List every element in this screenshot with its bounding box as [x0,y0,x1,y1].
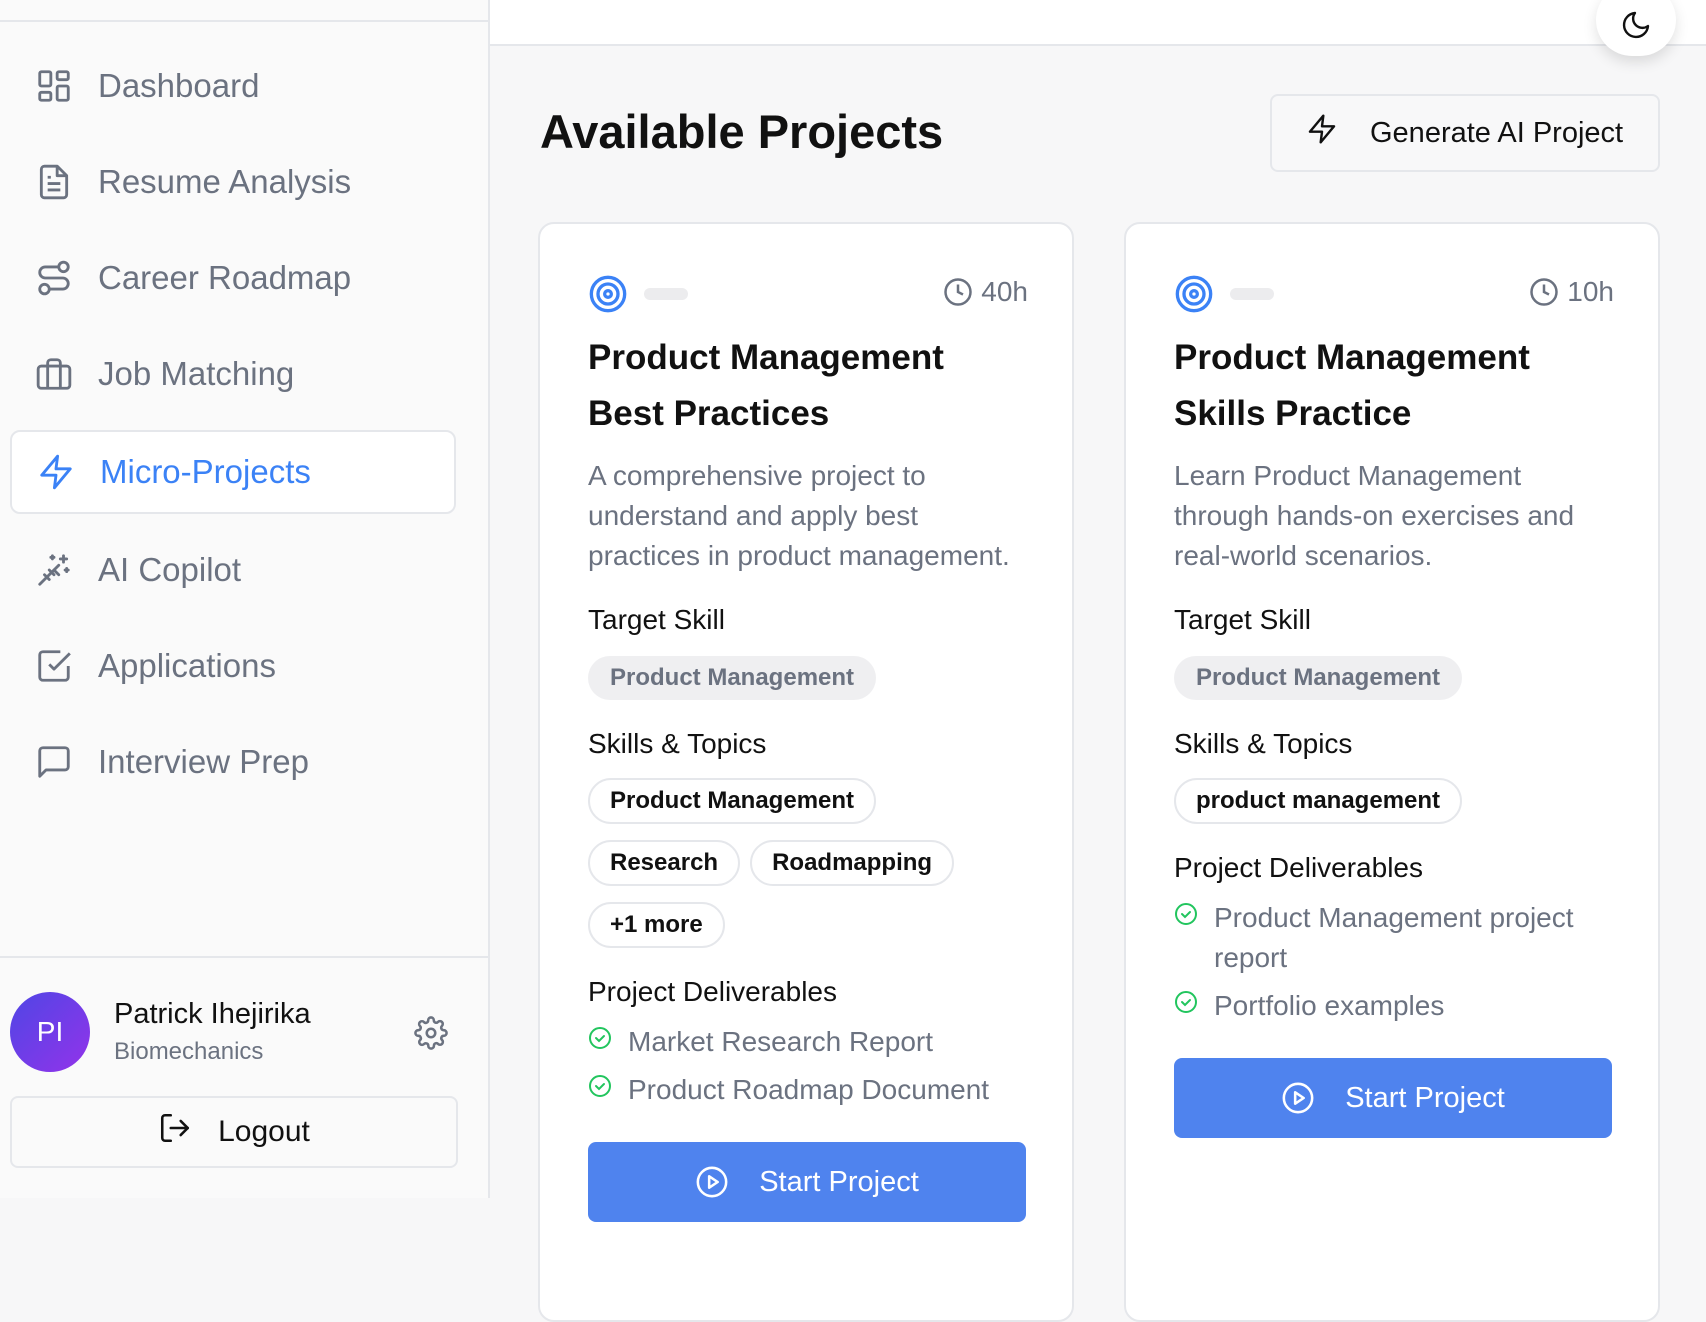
check-circle-icon [589,1075,611,1097]
deliverable-text: Product Management project report [1214,902,1574,973]
duration-label: 10h [1567,276,1614,307]
skill-chip: Roadmapping [750,840,955,886]
sidebar-item-label: Applications [98,647,276,684]
project-description: Learn Product Management through hands-o… [1174,460,1575,571]
project-title-line: Best Practices [588,394,830,433]
target-icon [588,274,628,314]
start-project-label: Start Project [759,1165,919,1198]
sidebar-item-label: Resume Analysis [98,163,352,200]
route-icon [34,258,74,298]
category-placeholder [1230,288,1274,300]
logout-button[interactable]: Logout [10,1096,458,1168]
sidebar-item-label: Dashboard [98,67,260,104]
sidebar-item-dashboard[interactable]: Dashboard [10,46,456,126]
sidebar-item-applications[interactable]: Applications [10,626,456,706]
target-skill-badge: Product Management [1174,656,1463,700]
project-description: A comprehensive project to understand an… [588,460,1010,571]
clock-icon [1530,278,1559,306]
page-title: Available Projects [540,105,944,158]
logout-label: Logout [218,1115,310,1148]
deliverables-list: Market Research Report Product Roadmap D… [588,1022,1028,1110]
target-skill-label: Target Skill [1174,604,1311,635]
project-title: Product Management Best Practices [588,330,1028,442]
file-text-icon [34,162,74,202]
project-title-line: Skills Practice [1174,394,1412,433]
skill-chip: Research [588,840,741,886]
user-role: Biomechanics [114,1038,264,1065]
theme-toggle-button[interactable] [1596,0,1676,56]
sidebar-item-interview-prep[interactable]: Interview Prep [10,722,456,802]
divider [0,20,488,22]
project-duration: 40h [943,276,1028,308]
user-name: Patrick Ihejirika [114,998,311,1030]
skills-topics-label: Skills & Topics [1174,728,1353,759]
start-project-button[interactable]: Start Project [1174,1058,1612,1138]
skill-chip: Product Management [588,778,877,824]
sidebar-item-label: Job Matching [98,355,295,392]
sidebar-item-label: Career Roadmap [98,259,352,296]
check-circle-icon [1175,903,1197,925]
generate-ai-project-label: Generate AI Project [1370,116,1624,149]
deliverable-text: Product Roadmap Document [628,1074,990,1105]
project-duration: 10h [1529,276,1614,308]
play-circle-icon [696,1166,728,1198]
briefcase-icon [34,354,74,394]
start-project-label: Start Project [1345,1081,1505,1114]
sidebar-nav: Dashboard Resume Analysis Career Roadmap… [10,46,456,818]
more-skills-chip[interactable]: +1 more [588,902,725,948]
deliverables-list: Product Management project report Portfo… [1174,898,1614,1026]
deliverable-item: Product Roadmap Document [588,1070,1028,1110]
skills-topics-label: Skills & Topics [588,728,767,759]
sidebar-item-job-matching[interactable]: Job Matching [10,334,456,414]
target-skill-label: Target Skill [588,604,725,635]
moon-icon [1620,0,1652,46]
deliverable-text: Market Research Report [628,1026,934,1057]
deliverable-text: Portfolio examples [1214,990,1445,1021]
skills-list: product management [1174,778,1614,824]
sidebar-item-ai-copilot[interactable]: AI Copilot [10,530,456,610]
magic-wand-icon [34,550,74,590]
zap-icon [1306,113,1338,153]
sidebar-item-micro-projects[interactable]: Micro-Projects [10,430,456,514]
deliverables-label: Project Deliverables [1174,852,1423,883]
deliverables-label: Project Deliverables [588,976,837,1007]
project-title-line: Product Management [588,338,944,377]
dashboard-icon [34,66,74,106]
message-square-icon [34,742,74,782]
target-skill-badge: Product Management [588,656,877,700]
check-square-icon [34,646,74,686]
project-card: 40h Product Management Best Practices A … [538,222,1074,1322]
generate-ai-project-button[interactable]: Generate AI Project [1270,94,1660,172]
sidebar-item-label: Interview Prep [98,743,309,780]
check-circle-icon [1175,991,1197,1013]
deliverable-item: Portfolio examples [1174,986,1614,1026]
deliverable-item: Market Research Report [588,1022,1028,1062]
sidebar-item-career-roadmap[interactable]: Career Roadmap [10,238,456,318]
category-placeholder [644,288,688,300]
project-card: 10h Product Management Skills Practice L… [1124,222,1660,1322]
skill-chip: product management [1174,778,1463,824]
logout-icon [158,1111,192,1153]
target-icon [1174,274,1214,314]
clock-icon [944,278,973,306]
top-header [490,0,1706,46]
deliverable-item: Product Management project report [1174,898,1614,978]
play-circle-icon [1282,1082,1314,1114]
project-title-line: Product Management [1174,338,1530,377]
sidebar-item-label: Micro-Projects [100,453,311,490]
project-title: Product Management Skills Practice [1174,330,1614,442]
avatar[interactable]: PI [10,992,90,1072]
check-circle-icon [589,1027,611,1049]
user-profile: PI Patrick Ihejirika Biomechanics Logout [0,956,488,1200]
start-project-button[interactable]: Start Project [588,1142,1026,1222]
sidebar-item-label: AI Copilot [98,551,242,588]
sidebar: Dashboard Resume Analysis Career Roadmap… [0,0,490,1198]
duration-label: 40h [981,276,1028,307]
zap-icon [36,452,76,492]
sidebar-item-resume-analysis[interactable]: Resume Analysis [10,142,456,222]
gear-icon[interactable] [414,1016,448,1050]
skills-list: Product Management Research Roadmapping … [588,778,1028,948]
